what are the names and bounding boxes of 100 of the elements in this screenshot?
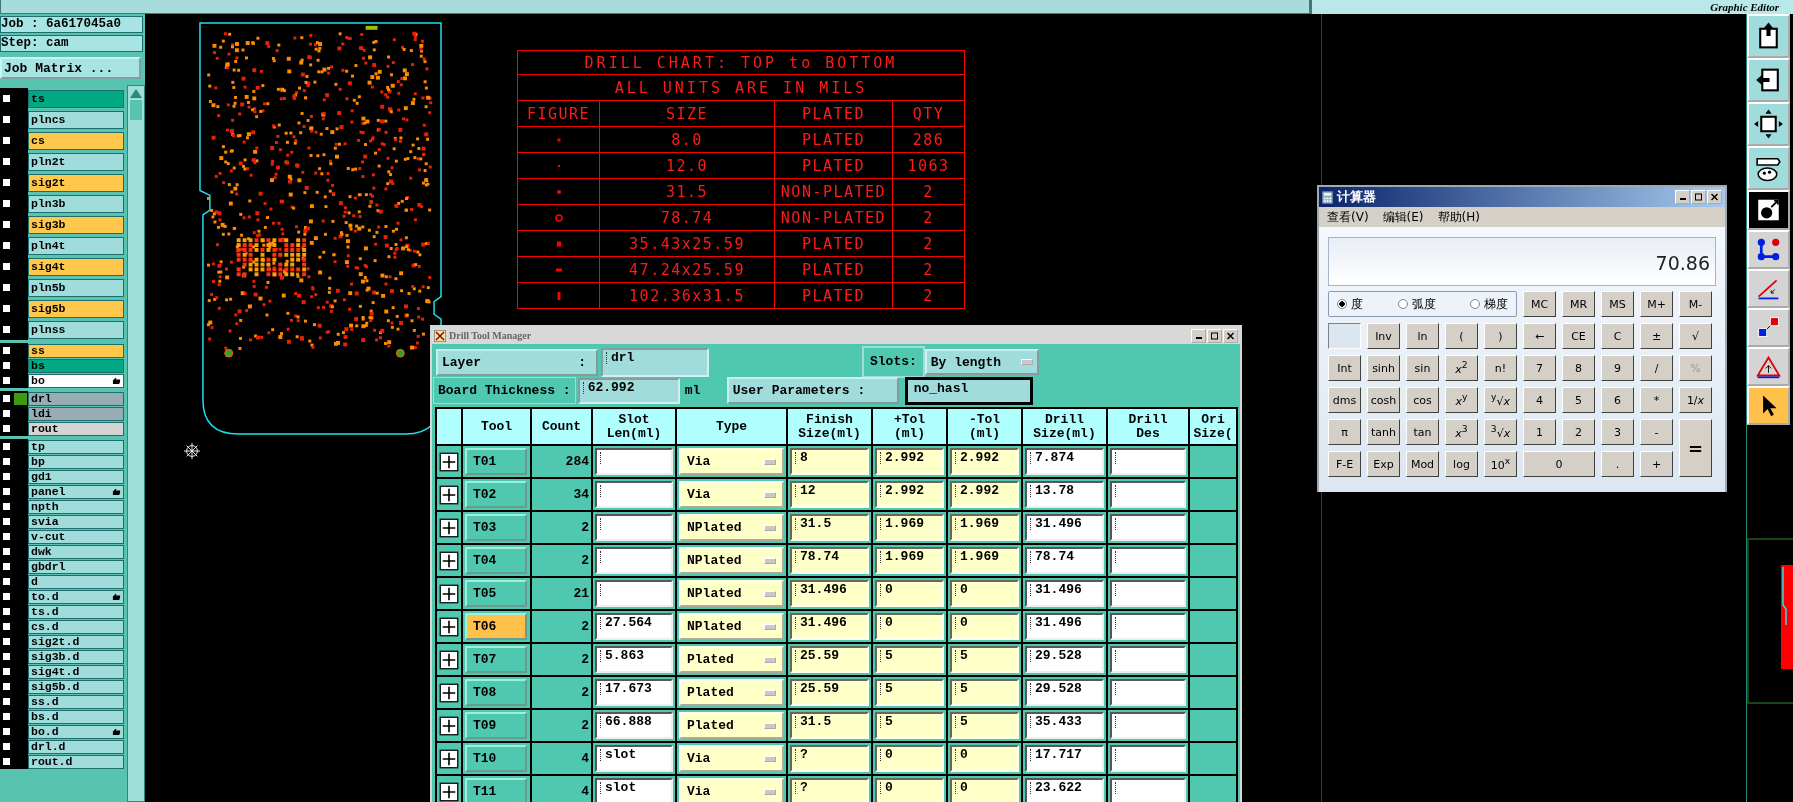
type-dropdown[interactable]: NPlated: [679, 514, 784, 541]
calculator-key[interactable]: 1/x: [1679, 387, 1712, 413]
toolbar-button[interactable]: [1747, 308, 1790, 347]
layer-button[interactable]: sig3b: [28, 215, 124, 234]
layer-checkbox[interactable]: [2, 682, 11, 691]
type-dropdown[interactable]: NPlated: [679, 580, 784, 607]
minus-tolerance-field[interactable]: 0: [950, 778, 1019, 802]
tool-button[interactable]: T09: [465, 712, 527, 739]
layer-button[interactable]: npth: [28, 499, 124, 514]
calculator-key[interactable]: √: [1679, 323, 1712, 349]
finish-size-field[interactable]: 12: [790, 481, 869, 508]
layer-checkbox[interactable]: [2, 115, 11, 124]
layer-button[interactable]: gd1: [28, 469, 124, 484]
layer-checkbox[interactable]: [2, 517, 11, 526]
layer-checkbox[interactable]: [2, 409, 11, 418]
calculator-key[interactable]: 8: [1562, 355, 1595, 381]
radio-button[interactable]: [1397, 299, 1408, 309]
layer-button[interactable]: dwk: [28, 544, 124, 559]
minus-tolerance-field[interactable]: 0: [950, 613, 1019, 640]
layer-button[interactable]: v-cut: [28, 529, 124, 544]
finish-size-field[interactable]: 25.59: [790, 646, 869, 673]
expand-button[interactable]: [439, 748, 459, 769]
layer-button[interactable]: bs: [28, 358, 124, 373]
layer-checkbox[interactable]: [2, 325, 11, 334]
expand-button[interactable]: [439, 583, 459, 604]
calculator-key[interactable]: 10$^{x}$: [1484, 451, 1517, 477]
layer-button[interactable]: cs: [28, 131, 124, 150]
calculator-key[interactable]: ←: [1523, 323, 1556, 349]
slot-length-field[interactable]: 5.863: [595, 646, 673, 673]
finish-size-field[interactable]: 8: [790, 448, 869, 475]
layer-checkbox[interactable]: [2, 577, 11, 586]
layer-checkbox[interactable]: [2, 283, 11, 292]
tool-button[interactable]: T07: [465, 646, 527, 673]
finish-size-field[interactable]: ?: [790, 778, 869, 802]
calculator-key[interactable]: F-E: [1328, 451, 1361, 477]
layer-button[interactable]: bo: [28, 373, 124, 388]
plus-tolerance-field[interactable]: 2.992: [875, 481, 944, 508]
calculator-key[interactable]: dms: [1328, 387, 1361, 413]
toolbar-button[interactable]: [1747, 386, 1790, 425]
calculator-key[interactable]: $^{3}$√x: [1484, 419, 1517, 445]
minus-tolerance-field[interactable]: 0: [950, 745, 1019, 772]
radio-label[interactable]: 弧度: [1411, 295, 1436, 313]
tool-button[interactable]: T06: [465, 613, 527, 640]
layer-button[interactable]: Layer :: [436, 348, 598, 376]
user-parameters-field[interactable]: no_hasl: [904, 376, 1033, 405]
minus-tolerance-field[interactable]: 2.992: [950, 448, 1019, 475]
calculator-key[interactable]: 4: [1523, 387, 1556, 413]
memory-key[interactable]: MS: [1601, 291, 1634, 317]
finish-size-field[interactable]: 31.496: [790, 613, 869, 640]
calculator-key[interactable]: cosh: [1367, 387, 1400, 413]
calculator-key[interactable]: x$^{3}$: [1445, 419, 1478, 445]
finish-size-field[interactable]: 25.59: [790, 679, 869, 706]
toolbar-button[interactable]: [1747, 347, 1790, 386]
calculator-key[interactable]: sin: [1406, 355, 1439, 381]
calculator-key[interactable]: +: [1640, 451, 1673, 477]
radio-label[interactable]: 度: [1351, 295, 1363, 313]
layer-checkbox[interactable]: [2, 547, 11, 556]
finish-size-field[interactable]: ?: [790, 745, 869, 772]
minimize-button[interactable]: [1191, 328, 1206, 343]
calculator-key[interactable]: tanh: [1367, 419, 1400, 445]
tool-button[interactable]: T10: [465, 745, 527, 772]
layer-checkbox[interactable]: [2, 262, 11, 271]
drill-size-field[interactable]: 17.717: [1025, 745, 1104, 772]
calculator-key[interactable]: .: [1601, 451, 1634, 477]
plus-tolerance-field[interactable]: 0: [875, 745, 944, 772]
layer-checkbox[interactable]: [2, 622, 11, 631]
calculator-key[interactable]: /: [1640, 355, 1673, 381]
layer-checkbox[interactable]: [2, 742, 11, 751]
toolbar-button[interactable]: [1747, 14, 1790, 58]
calculator-key[interactable]: 0: [1523, 451, 1595, 477]
slot-length-field[interactable]: 66.888: [595, 712, 673, 739]
layer-checkbox[interactable]: [2, 607, 11, 616]
layer-button[interactable]: ss: [28, 343, 124, 358]
layer-checkbox[interactable]: [2, 178, 11, 187]
job-matrix-button[interactable]: Job Matrix ...: [0, 57, 141, 79]
scrollbar[interactable]: [127, 85, 145, 802]
drill-size-field[interactable]: 7.874: [1025, 448, 1104, 475]
layer-button[interactable]: drl.d: [28, 739, 124, 754]
layer-button[interactable]: ldi: [28, 406, 124, 421]
layer-button[interactable]: panel: [28, 484, 124, 499]
type-dropdown[interactable]: Via: [679, 745, 784, 772]
calculator-key[interactable]: x$^{y}$: [1445, 387, 1478, 413]
close-button[interactable]: [1223, 328, 1238, 343]
close-button[interactable]: [1707, 190, 1722, 204]
layer-button[interactable]: sig2t.d: [28, 634, 124, 649]
calculator-key[interactable]: $^{y}$√x: [1484, 387, 1517, 413]
layer-button[interactable]: pln5b: [28, 278, 124, 297]
expand-button[interactable]: [439, 781, 459, 802]
layer-checkbox[interactable]: [2, 502, 11, 511]
layer-checkbox[interactable]: [2, 442, 11, 451]
expand-button[interactable]: [439, 682, 459, 703]
slot-length-field[interactable]: slot: [595, 745, 673, 772]
layer-button[interactable]: pln4t: [28, 236, 124, 255]
plus-tolerance-field[interactable]: 2.992: [875, 448, 944, 475]
layer-checkbox[interactable]: [2, 652, 11, 661]
layer-checkbox[interactable]: [2, 241, 11, 250]
layer-checkbox[interactable]: [2, 376, 11, 385]
layer-button[interactable]: sig5b.d: [28, 679, 124, 694]
drill-size-field[interactable]: 29.528: [1025, 679, 1104, 706]
type-dropdown[interactable]: NPlated: [679, 547, 784, 574]
